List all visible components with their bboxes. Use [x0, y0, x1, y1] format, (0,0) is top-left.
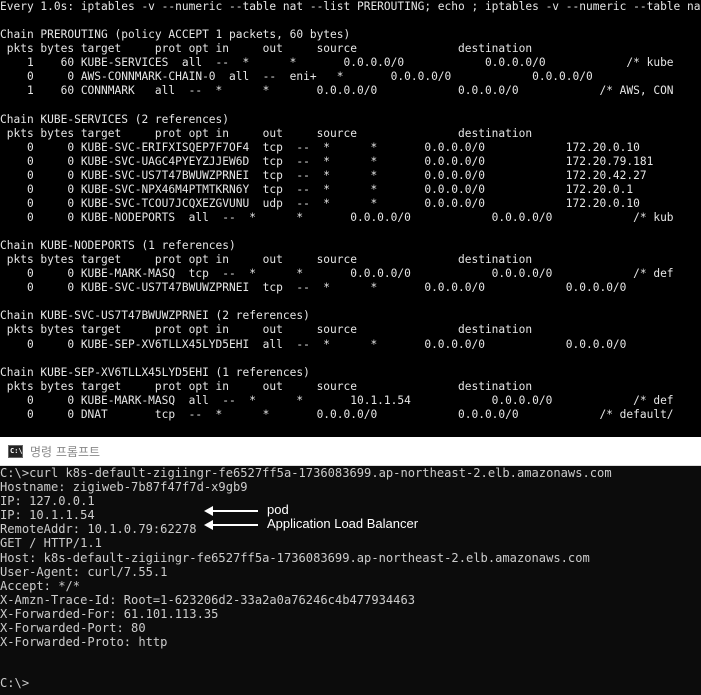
command-prompt[interactable]: C:\> [0, 676, 29, 690]
window-title: 명령 프롬프트 [30, 445, 101, 459]
alb-label: Application Load Balancer [267, 516, 419, 531]
left-arrow-icon [204, 506, 258, 516]
alb-annotation: Application Load Balancer [204, 516, 432, 533]
cmd-titlebar[interactable]: C:\ 명령 프롬프트 [0, 437, 701, 466]
watch-terminal[interactable]: Every 1.0s: iptables -v --numeric --tabl… [0, 0, 701, 437]
curl-output: C:\>curl k8s-default-zigiingr-fe6527ff5a… [0, 466, 612, 650]
cmd-window-icon: C:\ [8, 445, 23, 458]
pod-label: pod [267, 502, 289, 517]
cmd-terminal[interactable]: C:\>curl k8s-default-zigiingr-fe6527ff5a… [0, 466, 701, 695]
iptables-output: Every 1.0s: iptables -v --numeric --tabl… [0, 0, 701, 421]
left-arrow-icon [204, 520, 258, 530]
